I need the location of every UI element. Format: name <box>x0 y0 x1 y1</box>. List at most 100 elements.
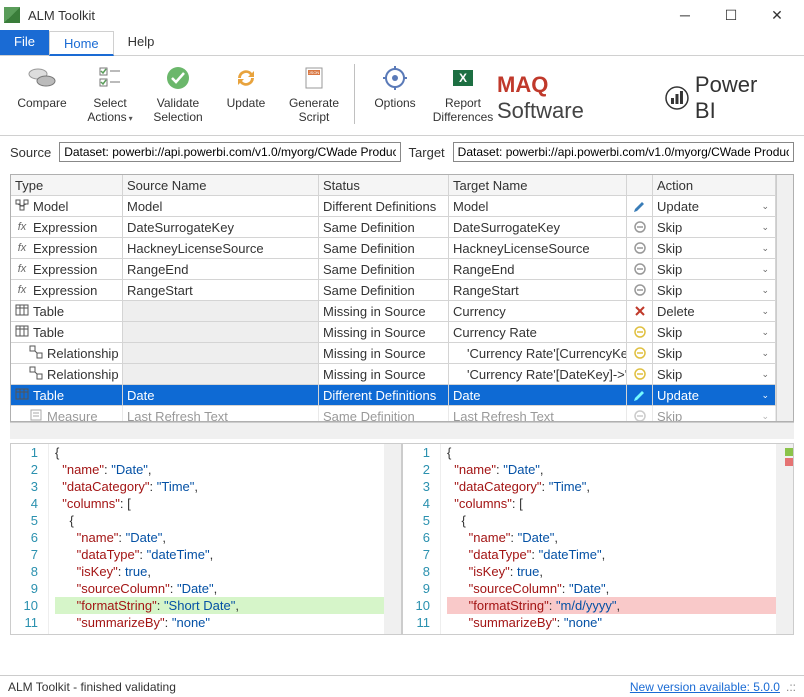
line-number: 8 <box>11 563 38 580</box>
rel-icon <box>29 345 43 362</box>
col-action[interactable]: Action <box>653 175 776 195</box>
code-line: "dataType": "dateTime", <box>55 546 384 563</box>
grid-row[interactable]: TableMissing in SourceCurrencyDelete⌄ <box>11 301 776 322</box>
cell-target: Date <box>449 385 627 405</box>
code-line: "dataCategory": "Time", <box>447 478 776 495</box>
cell-action[interactable]: Skip⌄ <box>653 343 776 363</box>
code-left-scrollbar[interactable] <box>384 444 401 634</box>
select-actions-button[interactable]: Select Actions▾ <box>80 60 140 126</box>
code-line: { <box>55 512 384 529</box>
cell-target: Currency <box>449 301 627 321</box>
validate-button[interactable]: Validate Selection <box>148 60 208 126</box>
menu-file[interactable]: File <box>0 30 49 55</box>
line-number: 9 <box>11 580 38 597</box>
app-icon <box>4 7 20 23</box>
menu-help[interactable]: Help <box>114 30 169 55</box>
grid-row[interactable]: fxExpressionHackneyLicenseSourceSame Def… <box>11 238 776 259</box>
cell-source: HackneyLicenseSource <box>123 238 319 258</box>
col-status[interactable]: Status <box>319 175 449 195</box>
code-line: "name": "Date", <box>55 461 384 478</box>
col-source[interactable]: Source Name <box>123 175 319 195</box>
cell-source <box>123 322 319 342</box>
cell-action[interactable]: Skip⌄ <box>653 238 776 258</box>
target-code-pane[interactable]: 1234567891011 { "name": "Date", "dataCat… <box>402 443 794 635</box>
cell-action[interactable]: Skip⌄ <box>653 217 776 237</box>
options-button[interactable]: Options <box>365 60 425 124</box>
fx-icon: fx <box>15 263 29 275</box>
cell-action[interactable]: Update⌄ <box>653 385 776 405</box>
script-icon: JSON <box>300 62 328 94</box>
dropdown-caret-icon: ⌄ <box>761 243 769 254</box>
svg-text:X: X <box>459 71 467 85</box>
cell-target: DateSurrogateKey <box>449 217 627 237</box>
cell-type: Relationship <box>11 343 123 363</box>
target-input[interactable] <box>453 142 794 162</box>
cell-target: Model <box>449 196 627 216</box>
cell-action[interactable]: Skip⌄ <box>653 322 776 342</box>
cell-source: DateSurrogateKey <box>123 217 319 237</box>
maq-software-logo: MAQ Software <box>497 72 641 124</box>
cell-action[interactable]: Skip⌄ <box>653 280 776 300</box>
grid-row[interactable]: ModelModelDifferent DefinitionsModelUpda… <box>11 196 776 217</box>
grid-row[interactable]: MeasureLast Refresh TextSame DefinitionL… <box>11 406 776 422</box>
col-target[interactable]: Target Name <box>449 175 627 195</box>
code-line: "sourceColumn": "Date", <box>447 580 776 597</box>
code-line: "sourceColumn": "Date", <box>55 580 384 597</box>
cell-type: Model <box>11 196 123 216</box>
cell-type: fxExpression <box>11 217 123 237</box>
edit-icon <box>633 199 647 213</box>
edit-icon <box>633 388 647 402</box>
line-number: 3 <box>11 478 38 495</box>
update-button[interactable]: Update <box>216 60 276 126</box>
cell-action[interactable]: Update⌄ <box>653 196 776 216</box>
grid-row[interactable]: RelationshipMissing in Source'Currency R… <box>11 364 776 385</box>
grid-row[interactable]: fxExpressionRangeEndSame DefinitionRange… <box>11 259 776 280</box>
cell-type: fxExpression <box>11 238 123 258</box>
version-link[interactable]: New version available: 5.0.0 <box>630 680 780 694</box>
target-label: Target <box>409 145 445 160</box>
diff-viewer: 1234567891011 { "name": "Date", "dataCat… <box>10 443 794 635</box>
line-number: 2 <box>11 461 38 478</box>
cell-source <box>123 343 319 363</box>
report-differences-button[interactable]: X Report Differences <box>433 60 493 124</box>
source-target-bar: Source Target <box>0 136 804 168</box>
minimize-button[interactable]: ─ <box>662 0 708 30</box>
cell-action[interactable]: Delete⌄ <box>653 301 776 321</box>
cell-action[interactable]: Skip⌄ <box>653 364 776 384</box>
grid-row[interactable]: fxExpressionDateSurrogateKeySame Definit… <box>11 217 776 238</box>
maximize-button[interactable]: ☐ <box>708 0 754 30</box>
line-number: 2 <box>403 461 430 478</box>
cell-action[interactable]: Skip⌄ <box>653 259 776 279</box>
grid-horizontal-scrollbar[interactable] <box>10 422 794 439</box>
cell-status: Missing in Source <box>319 364 449 384</box>
grid-vertical-scrollbar[interactable] <box>776 175 793 421</box>
cell-type: Relationship <box>11 364 123 384</box>
code-right-scrollbar[interactable] <box>776 444 793 634</box>
generate-script-button[interactable]: JSON Generate Script <box>284 60 344 126</box>
close-button[interactable]: ✕ <box>754 0 800 30</box>
code-line: "columns": [ <box>447 495 776 512</box>
menu-home[interactable]: Home <box>49 31 114 56</box>
diff-overview-ruler <box>785 444 793 634</box>
source-input[interactable] <box>59 142 400 162</box>
warn-icon <box>633 367 647 381</box>
grid-row[interactable]: RelationshipMissing in Source'Currency R… <box>11 343 776 364</box>
code-line: "name": "Date", <box>447 461 776 478</box>
dropdown-caret-icon: ⌄ <box>761 222 769 233</box>
grid-row[interactable]: fxExpressionRangeStartSame DefinitionRan… <box>11 280 776 301</box>
cell-status-icon <box>627 343 653 363</box>
cell-action[interactable]: Skip⌄ <box>653 406 776 422</box>
cell-status-icon <box>627 196 653 216</box>
line-number: 5 <box>403 512 430 529</box>
compare-button[interactable]: Compare <box>12 60 72 126</box>
skip-icon <box>633 409 647 422</box>
source-code-pane[interactable]: 1234567891011 { "name": "Date", "dataCat… <box>10 443 402 635</box>
col-status-icon[interactable] <box>627 175 653 195</box>
cell-status-icon <box>627 406 653 422</box>
grid-row[interactable]: TableDateDifferent DefinitionsDateUpdate… <box>11 385 776 406</box>
col-type[interactable]: Type <box>11 175 123 195</box>
grid-row[interactable]: TableMissing in SourceCurrency RateSkip⌄ <box>11 322 776 343</box>
skip-icon <box>633 241 647 255</box>
line-number: 5 <box>11 512 38 529</box>
code-line: "name": "Date", <box>55 529 384 546</box>
